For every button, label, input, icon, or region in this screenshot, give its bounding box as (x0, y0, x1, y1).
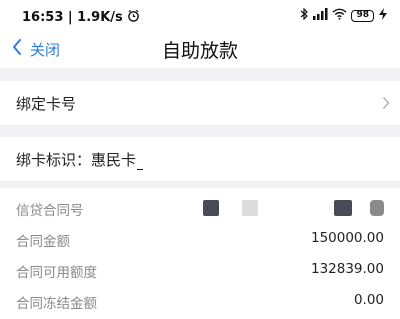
status-bar: 16:53 | 1.9K/s 98 (0, 0, 400, 30)
contract-info: 信贷合同号 合同金额 150000.00 合同可用额度 132839.00 合同… (0, 188, 400, 319)
frozen-amount-value: 0.00 (353, 292, 384, 308)
card-id-row: 绑卡标识：惠民卡 (0, 137, 400, 181)
available-amount-label: 合同可用额度 (16, 265, 97, 281)
redacted-block (203, 200, 219, 216)
redacted-block (242, 200, 258, 216)
chevron-right-icon (382, 95, 390, 114)
time-speed-text: 16:53 | 1.9K/s (22, 10, 123, 25)
contract-amount-value: 150000.00 (310, 230, 384, 246)
contract-number-label: 信贷合同号 (16, 203, 84, 219)
charging-icon (378, 8, 388, 23)
status-right: 98 (300, 7, 388, 23)
bind-card-label: 绑定卡号 (16, 95, 77, 113)
card-id-text: 绑卡标识：惠民卡 (16, 149, 144, 170)
battery-indicator: 98 (351, 9, 374, 22)
contract-amount-label: 合同金额 (16, 234, 70, 250)
status-left: 16:53 | 1.9K/s (22, 9, 140, 26)
alarm-icon (127, 9, 140, 26)
page-title: 自助放款 (161, 40, 238, 62)
redacted-block (334, 200, 352, 216)
nav-bar: 关闭 自助放款 (0, 30, 400, 68)
bind-card-row[interactable]: 绑定卡号 (0, 81, 400, 125)
frozen-amount-label: 合同冻结金额 (16, 296, 97, 312)
available-amount-value: 132839.00 (310, 261, 384, 277)
bluetooth-icon (300, 7, 309, 23)
redacted-block (370, 200, 384, 216)
signal-icon (312, 8, 328, 23)
wifi-icon (332, 8, 347, 23)
